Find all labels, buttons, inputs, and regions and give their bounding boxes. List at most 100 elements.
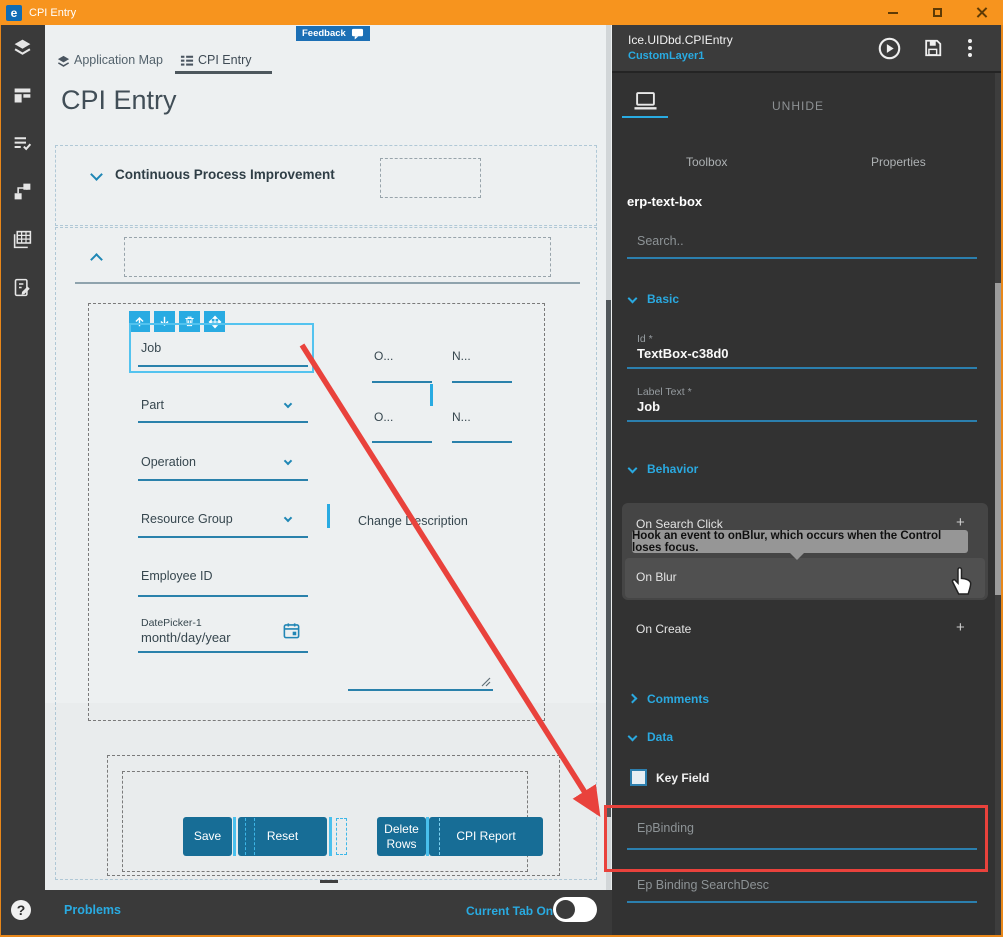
titlebar: e CPI Entry — [0, 0, 1003, 25]
calendar-icon[interactable] — [282, 621, 301, 640]
search-input[interactable]: Search.. — [637, 234, 684, 248]
resize-drag-handle[interactable] — [320, 880, 338, 883]
mini-field-n2[interactable]: N... — [452, 410, 471, 424]
ep-binding-searchdesc-input[interactable]: Ep Binding SearchDesc — [637, 878, 769, 892]
current-tab-only-label: Current Tab Only — [466, 904, 564, 918]
app-window: e CPI Entry Feedback Application Map CPI… — [0, 0, 1003, 937]
mini-field-o1[interactable]: O... — [374, 349, 393, 363]
datepicker-placeholder[interactable]: month/day/year — [141, 630, 231, 645]
drop-outline — [336, 818, 347, 855]
resize-handle-icon[interactable] — [479, 675, 491, 687]
comments-chevron-icon[interactable] — [627, 693, 638, 704]
field-label-part[interactable]: Part — [141, 398, 164, 412]
field-label-operation[interactable]: Operation — [141, 455, 196, 469]
textarea-label[interactable]: Change Description — [358, 514, 468, 528]
event-on-blur-row[interactable] — [625, 558, 985, 598]
component-type-label: erp-text-box — [627, 194, 703, 209]
key-field-checkbox[interactable] — [630, 769, 647, 786]
tab-cpi-entry[interactable]: CPI Entry — [198, 53, 252, 67]
id-field-label: Id * — [637, 333, 653, 345]
layout-icon[interactable] — [12, 85, 33, 106]
chat-bubble-icon — [351, 28, 363, 40]
close-button[interactable] — [959, 0, 1003, 25]
mini-field-n1[interactable]: N... — [452, 349, 471, 363]
behavior-chevron-icon[interactable] — [627, 463, 638, 474]
comments-section-header[interactable]: Comments — [647, 692, 709, 706]
drop-indicator — [329, 817, 332, 856]
save-layer-icon[interactable] — [923, 38, 943, 58]
field-label-datepicker[interactable]: DatePicker-1 — [141, 617, 202, 629]
add-on-search-click-button[interactable]: + — [956, 514, 965, 531]
field-underline — [138, 421, 308, 423]
ep-binding-searchdesc-underline — [627, 901, 977, 903]
tab-toolbox[interactable]: Toolbox — [686, 155, 727, 169]
field-underline — [372, 381, 432, 383]
grid-icon[interactable] — [12, 229, 33, 250]
maximize-icon — [932, 8, 942, 17]
field-underline — [138, 651, 308, 653]
unhide-tab[interactable]: UNHIDE — [772, 99, 824, 113]
textarea-underline — [348, 689, 493, 691]
label-text-value[interactable]: Job — [637, 399, 660, 414]
epicor-logo-icon: e — [6, 4, 22, 21]
id-field-value[interactable]: TextBox-c38d0 — [637, 346, 729, 361]
mouse-cursor-hand-icon — [951, 567, 972, 595]
tab-properties[interactable]: Properties — [871, 155, 926, 169]
field-underline — [138, 365, 308, 367]
left-toolbar — [0, 25, 45, 890]
layers-icon[interactable] — [12, 37, 33, 58]
section-title[interactable]: Continuous Process Improvement — [115, 167, 335, 182]
window-frame-left — [0, 25, 1, 937]
placeholder-dropzone[interactable] — [124, 237, 551, 277]
current-tab-only-toggle[interactable] — [553, 897, 597, 922]
mini-field-o2[interactable]: O... — [374, 410, 393, 424]
basic-chevron-icon[interactable] — [627, 293, 638, 304]
toggle-knob — [556, 900, 575, 919]
maximize-button[interactable] — [915, 0, 959, 25]
inspector-header: Ice.UIDbd.CPIEntry CustomLayer1 — [612, 25, 1003, 73]
search-underline — [627, 257, 977, 259]
id-field-underline — [627, 367, 977, 369]
field-label-job[interactable]: Job — [141, 341, 161, 355]
more-options-icon[interactable] — [968, 36, 972, 60]
insertion-cursor — [430, 384, 433, 406]
preview-play-button[interactable] — [878, 37, 901, 60]
add-on-create-button[interactable]: + — [956, 619, 965, 636]
active-tab-underline — [175, 71, 272, 74]
device-tab-underline — [622, 116, 668, 118]
checklist-icon[interactable] — [12, 133, 33, 154]
placeholder-dropzone[interactable] — [380, 158, 481, 198]
field-label-employee-id[interactable]: Employee ID — [141, 569, 213, 583]
save-button[interactable]: Save — [183, 817, 232, 856]
minimize-button[interactable] — [871, 0, 915, 25]
help-icon[interactable]: ? — [11, 900, 31, 920]
field-underline — [138, 479, 308, 481]
flow-icon[interactable] — [12, 181, 33, 202]
event-on-blur[interactable]: On Blur — [636, 570, 677, 584]
status-bar: ? Problems Current Tab Only — [0, 890, 612, 935]
data-chevron-icon[interactable] — [627, 731, 638, 742]
delete-rows-button[interactable]: Delete Rows — [377, 817, 426, 856]
field-underline — [138, 595, 308, 597]
basic-section-header[interactable]: Basic — [647, 292, 679, 306]
form-edit-icon[interactable] — [12, 277, 33, 298]
behavior-section-header[interactable]: Behavior — [647, 462, 698, 476]
close-icon — [976, 7, 987, 18]
problems-link[interactable]: Problems — [64, 903, 121, 917]
feedback-label: Feedback — [302, 28, 346, 39]
feedback-button[interactable]: Feedback — [296, 26, 370, 41]
custom-layer-label[interactable]: CustomLayer1 — [628, 50, 704, 62]
inspector-title: Ice.UIDbd.CPIEntry — [628, 33, 733, 47]
desktop-device-icon[interactable] — [632, 91, 659, 112]
field-label-resource-group[interactable]: Resource Group — [141, 512, 233, 526]
panel-card-header[interactable] — [55, 145, 597, 226]
field-underline — [138, 536, 308, 538]
cpi-entry-tab-icon — [180, 55, 194, 66]
cpi-report-button[interactable]: CPI Report — [429, 817, 543, 856]
data-section-header[interactable]: Data — [647, 730, 673, 744]
canvas-scrollbar[interactable] — [606, 25, 611, 890]
tab-application-map[interactable]: Application Map — [74, 53, 163, 67]
event-on-create[interactable]: On Create — [636, 622, 691, 636]
canvas-scrollbar-thumb[interactable] — [606, 300, 611, 817]
page-title: CPI Entry — [61, 85, 177, 115]
